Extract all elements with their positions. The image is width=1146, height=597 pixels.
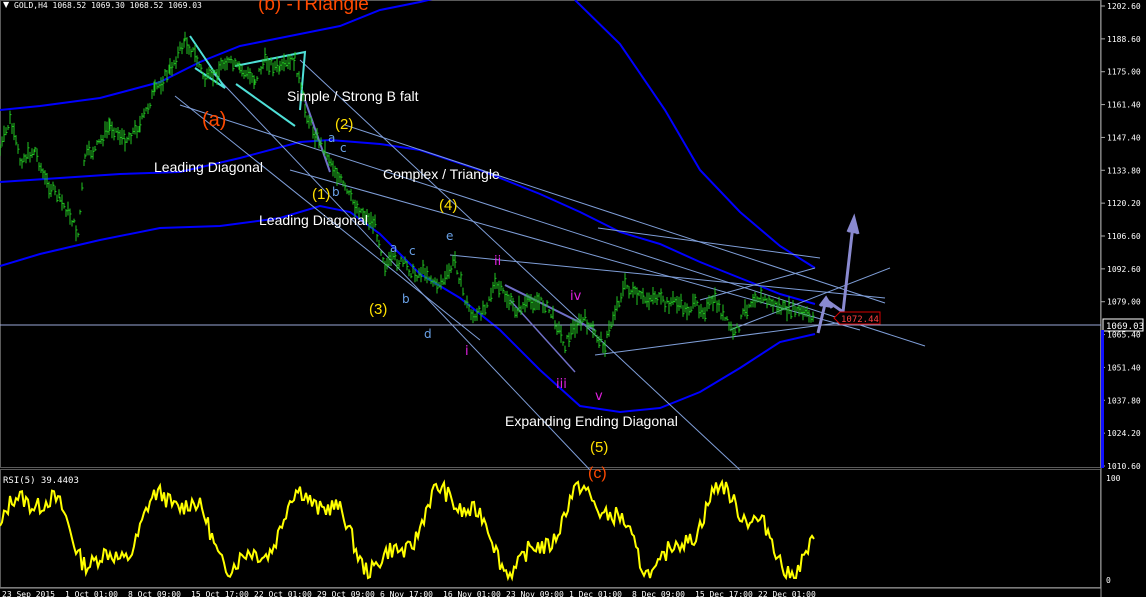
- price-tick-label: 1051.40: [1107, 363, 1141, 372]
- time-tick-label: 6 Nov 17:00: [380, 590, 433, 597]
- sub-e-label-2: e: [446, 229, 453, 243]
- price-tick-label: 1133.80: [1107, 166, 1141, 175]
- price-tick-label: 1202.60: [1107, 2, 1141, 11]
- volume-scale-bar: [1101, 330, 1104, 468]
- sub-b-label-2: b: [402, 292, 410, 306]
- roman-ii-label: ii: [494, 254, 501, 269]
- complex-triangle-label: Complex / Triangle: [383, 166, 500, 182]
- price-axis-ticks: 1202.60 1188.60 1175.00 1161.40 1147.40 1133.…: [1101, 2, 1141, 471]
- price-tick-label: 1120.20: [1107, 199, 1141, 208]
- wave-2-label: (2): [335, 116, 353, 133]
- time-tick-label: 16 Nov 01:00: [443, 590, 501, 597]
- sub-c-label-1: c: [340, 141, 347, 155]
- wave-c-label: (c): [588, 465, 607, 482]
- wave-3-label: (3): [369, 301, 387, 318]
- price-tick-label: 1147.40: [1107, 133, 1141, 142]
- wave-4-label: (4): [439, 197, 457, 214]
- price-tick-label: 1079.00: [1107, 298, 1141, 307]
- rsi-axis-top: 100: [1106, 474, 1121, 483]
- sub-d-label-2: d: [424, 327, 432, 341]
- symbol-header: GOLD,H4 1068.52 1069.30 1068.52 1069.03: [14, 1, 202, 10]
- price-tick-label: 1188.60: [1107, 35, 1141, 44]
- gold-h4-chart[interactable]: (b) -TRiangle (a) (c) Simple / Strong B …: [0, 0, 1146, 597]
- leading-diagonal-label-2: Leading Diagonal: [259, 212, 368, 228]
- price-tick-label: 1024.20: [1107, 429, 1141, 438]
- time-tick-label: 22 Dec 01:00: [758, 590, 816, 597]
- rsi-axis-bottom: 0: [1106, 576, 1111, 585]
- wave-1-label: (1): [312, 186, 330, 203]
- time-tick-label: 23 Sep 2015: [2, 590, 55, 597]
- time-tick-label: 29 Oct 09:00: [317, 590, 375, 597]
- simple-strong-label: Simple / Strong B falt: [287, 88, 419, 104]
- price-tick-label: 1092.60: [1107, 265, 1141, 274]
- b-triangle-label: (b) -TRiangle: [258, 0, 369, 15]
- collapse-icon[interactable]: ▼: [3, 0, 10, 9]
- current-price-label: 1069.03: [1106, 322, 1144, 332]
- alert-price-label: 1072.44: [841, 315, 879, 325]
- price-tick-label: 1010.60: [1107, 462, 1141, 471]
- time-tick-label: 1 Oct 01:00: [65, 590, 118, 597]
- leading-diagonal-label-1: Leading Diagonal: [154, 159, 263, 175]
- price-tick-label: 1106.60: [1107, 232, 1141, 241]
- wave-5-label: (5): [590, 439, 608, 456]
- time-tick-label: 23 Nov 09:00: [506, 590, 564, 597]
- sub-c-label-2: c: [409, 244, 416, 258]
- roman-i-label: i: [465, 344, 469, 359]
- price-tick-label: 1037.80: [1107, 396, 1141, 405]
- time-tick-label: 8 Dec 09:00: [632, 590, 685, 597]
- roman-iv-label: iv: [570, 289, 582, 304]
- wave-a-label: (a): [202, 109, 226, 131]
- time-tick-label: 22 Oct 01:00: [254, 590, 312, 597]
- sub-a-label-1: a: [328, 131, 335, 145]
- time-tick-label: 1 Dec 01:00: [569, 590, 622, 597]
- time-tick-label: 15 Oct 17:00: [191, 590, 249, 597]
- time-tick-label: 15 Dec 17:00: [695, 590, 753, 597]
- sub-a-label-2: a: [390, 241, 397, 255]
- roman-v-label: v: [595, 389, 603, 404]
- sub-b-label-1: b: [332, 185, 340, 199]
- price-tick-label: 1175.00: [1107, 68, 1141, 77]
- expanding-diagonal-label: Expanding Ending Diagonal: [505, 413, 678, 429]
- roman-iii-label: iii: [556, 377, 567, 392]
- rsi-header: RSI(5) 39.4403: [3, 476, 79, 486]
- time-tick-label: 8 Oct 09:00: [128, 590, 181, 597]
- price-tick-label: 1161.40: [1107, 101, 1141, 110]
